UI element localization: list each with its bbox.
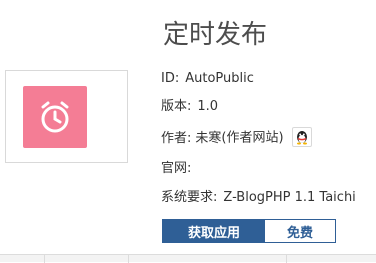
detail-version: 版本: 1.0 [161,98,218,116]
detail-author: 作者: 未寒(作者网站) [161,127,312,148]
version-value: 1.0 [197,99,219,114]
version-label: 版本: [161,99,192,114]
requirement-label: 系统要求: [161,190,218,205]
author-label: 作者: [161,130,192,146]
author-site-link[interactable]: (作者网站) [221,131,283,146]
alarm-clock-glyph [41,101,69,133]
id-value: AutoPublic [185,71,254,86]
requirement-value: Z-BlogPHP 1.1 Taichi [223,190,356,205]
qq-penguin-icon[interactable] [291,127,312,147]
app-thumbnail [5,70,128,163]
app-title: 定时发布 [163,20,268,50]
action-button-group: 获取应用 免费 [162,219,336,243]
id-label: ID: [161,71,180,86]
detail-requirement: 系统要求: Z-BlogPHP 1.1 Taichi [161,189,356,207]
get-app-button[interactable]: 获取应用 [163,220,265,242]
bottom-tab-strip [0,254,376,263]
price-badge: 免费 [265,220,335,242]
website-label: 官网: [161,161,192,176]
alarm-clock-icon [23,86,87,148]
author-name-link[interactable]: 未寒 [195,131,221,146]
qq-penguin-glyph [296,131,307,145]
detail-id: ID: AutoPublic [161,70,254,88]
detail-website: 官网: [161,160,197,178]
